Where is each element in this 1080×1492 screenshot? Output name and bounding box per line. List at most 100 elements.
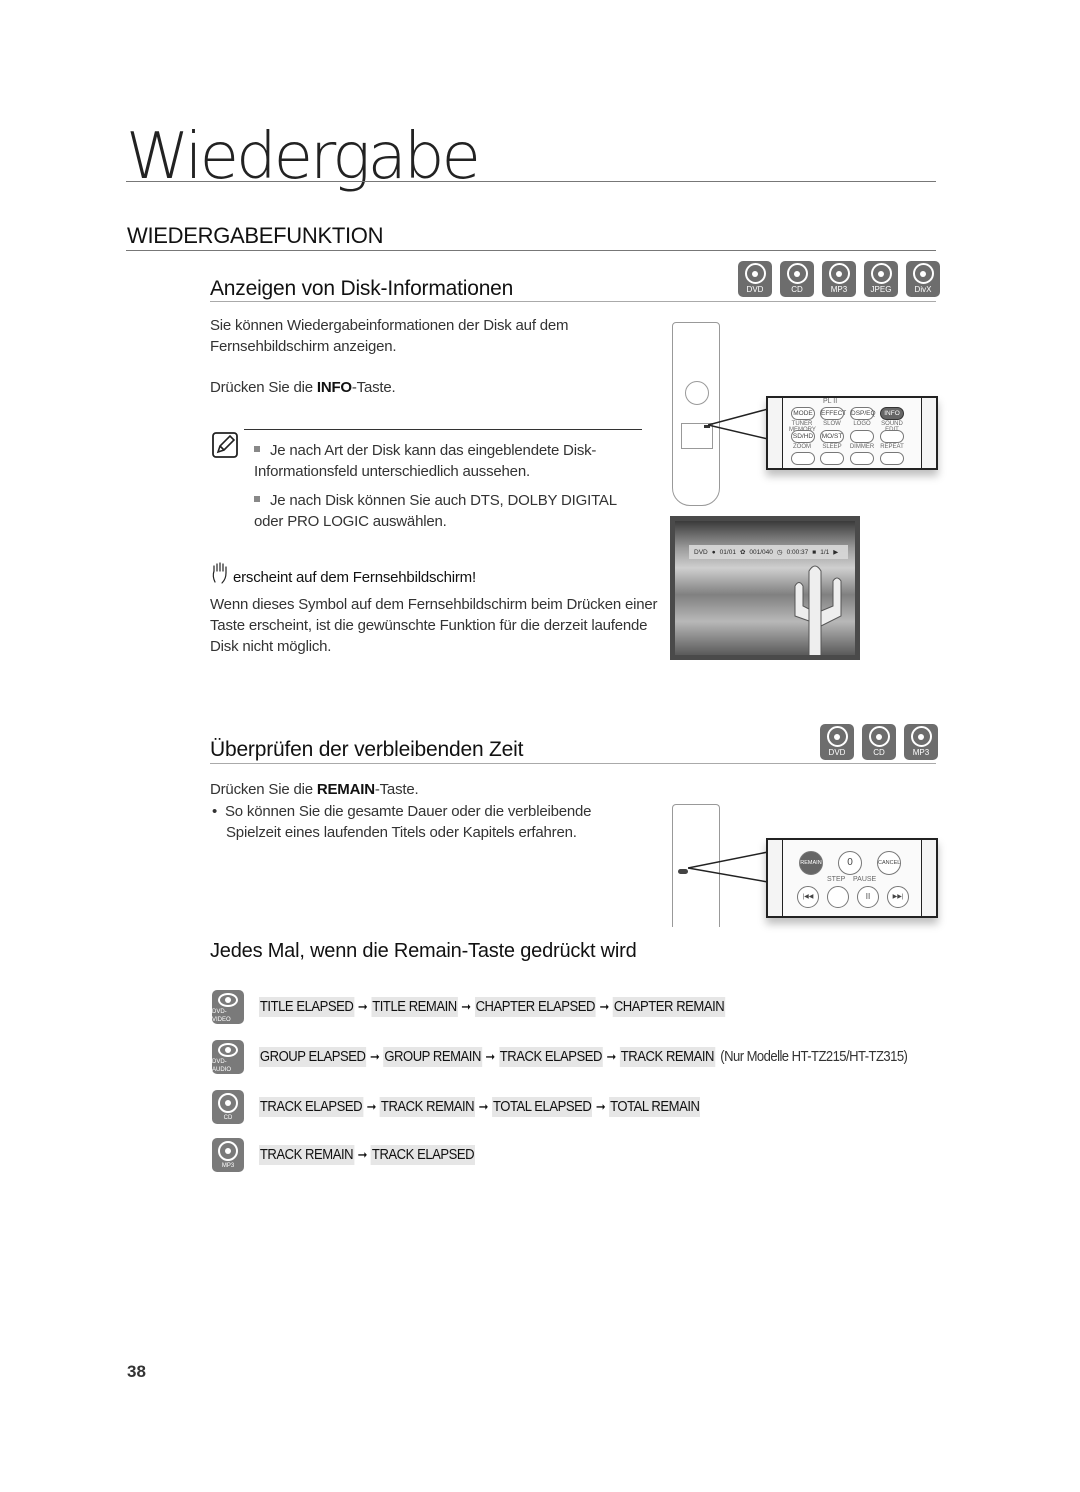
osd-play-icon: ▶ <box>833 549 839 556</box>
sd-hd-button[interactable]: SD/HD <box>791 430 815 443</box>
osd-title-icon: ● <box>711 548 716 556</box>
dimmer-label: DIMMER <box>849 444 875 450</box>
press-suffix: -Taste. <box>374 781 419 798</box>
section-title: WIEDERGABEFUNKTION <box>127 223 384 248</box>
disc-mp3-icon: MP3 <box>212 1138 244 1172</box>
arrow-right-icon: ➞ <box>461 999 472 1014</box>
remain-button[interactable]: REMAIN <box>799 851 823 875</box>
disc-info-title: Anzeigen von Disk-Informationen <box>210 277 514 300</box>
disc-cd-icon: CD <box>862 724 896 760</box>
logo-button[interactable] <box>850 430 874 443</box>
osd-chapter-icon: ✿ <box>739 549 746 556</box>
remain-title: Überprüfen der verbleibenden Zeit <box>210 738 524 761</box>
note-text: Je nach Disk können Sie auch DTS, DOLBY … <box>254 492 617 530</box>
arrow-right-icon: ➞ <box>478 1099 489 1114</box>
section-rule <box>126 250 936 251</box>
osd-clock-icon: ◷ <box>776 549 783 556</box>
remain-bullet: • So können Sie die gesamte Dauer oder d… <box>212 801 646 843</box>
sequence-step: CHAPTER ELAPSED <box>474 997 596 1017</box>
mode-button[interactable]: MODE <box>791 407 815 420</box>
disc-cd-icon: CD <box>780 261 814 297</box>
skip-forward-button[interactable]: ▶▶| <box>887 886 909 908</box>
dimmer-button[interactable] <box>850 452 874 465</box>
sound-edit-button[interactable] <box>880 430 904 443</box>
hand-heading: erscheint auf dem Fernsehbildschirm! <box>233 569 476 586</box>
sequence-step: TRACK ELAPSED <box>498 1047 603 1067</box>
note-item: Je nach Disk können Sie auch DTS, DOLBY … <box>254 490 644 532</box>
arrow-right-icon: ➞ <box>370 1049 380 1064</box>
press-prefix: Drücken Sie die <box>210 379 317 396</box>
disc-info-osd: DVD ● 01/01 ✿ 001/040 ◷ 0:00:37 ■ 1/1 ▶ <box>689 545 848 559</box>
disc-dvd-audio-icon: DVD-AUDIO <box>212 1040 244 1074</box>
remain-disc-type-icons: DVD CD MP3 <box>820 724 938 760</box>
sequence-row: MP3 TRACK REMAIN ➞ TRACK ELAPSED <box>212 1138 499 1172</box>
bullet-square-icon <box>254 446 260 453</box>
arrow-right-icon: ➞ <box>595 1099 606 1114</box>
pl2-label: PL II <box>823 398 838 405</box>
note-pencil-icon <box>212 432 238 458</box>
sequence-step: TRACK ELAPSED <box>259 1097 364 1117</box>
mo-st-button[interactable]: MO/ST <box>820 430 844 443</box>
remain-button-zoom: REMAIN 0 CANCEL STEP PAUSE |◀◀ II ▶▶| <box>766 838 938 918</box>
step-button[interactable] <box>827 886 849 908</box>
sequence-row: CD TRACK ELAPSED ➞ TRACK REMAIN ➞ TOTAL ELAPS… <box>212 1090 749 1124</box>
remain-rule <box>210 763 936 764</box>
remain-bullet-text: So können Sie die gesamte Dauer oder die… <box>225 803 592 841</box>
osd-disc: DVD <box>694 548 708 556</box>
sequence-step: TRACK REMAIN <box>259 1145 355 1165</box>
osd-camera-icon: ■ <box>812 548 817 556</box>
disc-info-rule <box>210 301 936 302</box>
disc-mp3-icon: MP3 <box>822 261 856 297</box>
sequence-step: TOTAL REMAIN <box>609 1097 701 1117</box>
bullet-square-icon <box>254 496 260 503</box>
model-note: (Nur Modelle HT-TZ215/HT-TZ315) <box>720 1049 908 1065</box>
sequence-step: TOTAL ELAPSED <box>492 1097 593 1117</box>
disc-type-icons: DVD CD MP3 JPEG DivX <box>738 261 940 297</box>
sequence-step: TRACK REMAIN <box>619 1047 715 1067</box>
repeat-label: REPEAT <box>880 444 904 450</box>
disc-cd-icon: CD <box>212 1090 244 1124</box>
hand-icon <box>211 562 229 584</box>
page-number: 38 <box>127 1362 146 1381</box>
tv-screen-illustration: DVD ● 01/01 ✿ 001/040 ◷ 0:00:37 ■ 1/1 ▶ <box>670 516 860 660</box>
dsp-eq-button[interactable]: DSP/EQ <box>850 407 876 420</box>
arrow-right-icon: ➞ <box>357 999 368 1014</box>
sequence-step: TITLE ELAPSED <box>259 997 355 1017</box>
sequence-step: GROUP ELAPSED <box>259 1047 367 1067</box>
press-key: REMAIN <box>316 781 375 798</box>
disc-dvd-icon: DVD <box>820 724 854 760</box>
repeat-button[interactable] <box>880 452 904 465</box>
zero-button[interactable]: 0 <box>838 851 862 875</box>
disc-jpeg-icon: JPEG <box>864 261 898 297</box>
step-label: STEP <box>827 876 846 883</box>
press-prefix: Drücken Sie die <box>210 781 317 798</box>
arrow-right-icon: ➞ <box>599 999 610 1014</box>
sleep-label: SLEEP <box>822 444 842 450</box>
sequence-step: TRACK ELAPSED <box>371 1145 476 1165</box>
sleep-button[interactable] <box>820 452 844 465</box>
disc-info-press: Drücken Sie die INFO-Taste. <box>210 377 396 398</box>
osd-chapter: 001/040 <box>749 548 773 556</box>
callout-lines <box>708 408 768 440</box>
sequence-title: Jedes Mal, wenn die Remain-Taste gedrück… <box>210 940 637 962</box>
pause-button[interactable]: II <box>857 886 879 908</box>
effect-button[interactable]: EFFECT <box>820 407 846 420</box>
chapter-rule <box>126 181 936 182</box>
note-text: Je nach Art der Disk kann das eingeblend… <box>254 442 597 480</box>
sequence-step: TRACK REMAIN <box>380 1097 476 1117</box>
skip-back-button[interactable]: |◀◀ <box>797 886 819 908</box>
info-button[interactable]: INFO <box>880 407 904 420</box>
zoom-label: ZOOM <box>793 444 811 450</box>
osd-time: 0:00:37 <box>786 548 809 556</box>
cactus-photo: DVD ● 01/01 ✿ 001/040 ◷ 0:00:37 ■ 1/1 ▶ <box>675 521 855 655</box>
osd-title: 01/01 <box>719 548 736 556</box>
zoom-button[interactable] <box>791 452 815 465</box>
slow-label: SLOW <box>823 421 841 427</box>
pause-label: PAUSE <box>853 876 877 883</box>
disc-dvd-icon: DVD <box>738 261 772 297</box>
sequence-step: GROUP REMAIN <box>383 1047 482 1067</box>
press-key: INFO <box>316 379 352 396</box>
sequence-step: CHAPTER REMAIN <box>612 997 726 1017</box>
sequence-row: DVD-VIDEO TITLE ELAPSED ➞ TITLE REMAIN ➞ CHAP… <box>212 990 777 1024</box>
cancel-button[interactable]: CANCEL <box>877 851 901 875</box>
